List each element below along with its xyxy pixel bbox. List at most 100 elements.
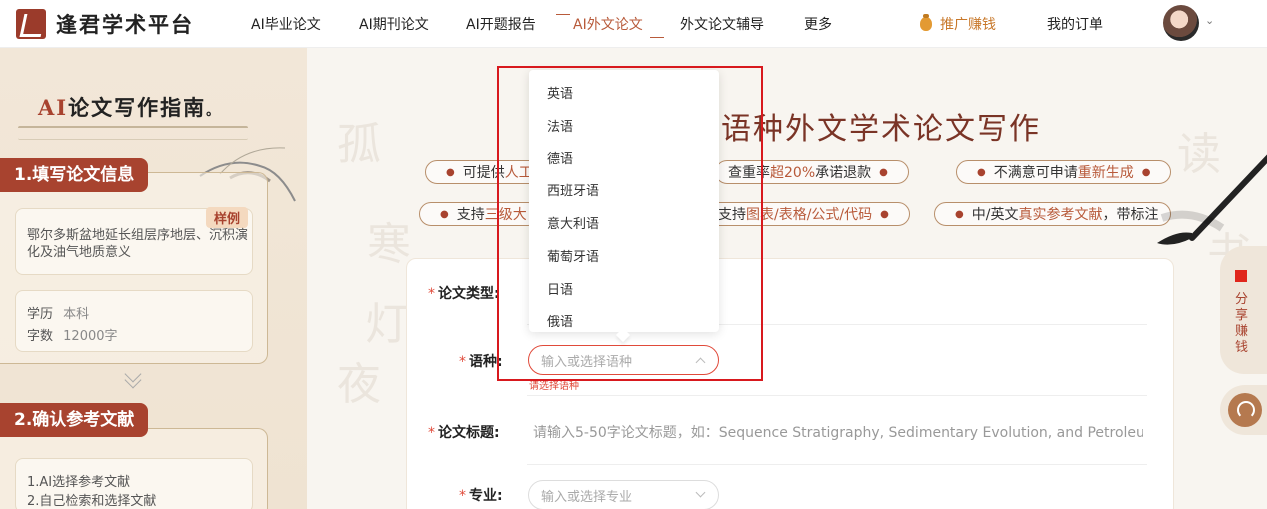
pill-highlight: 重新生成 bbox=[1077, 165, 1134, 181]
nav-my-orders[interactable]: 我的订单 bbox=[1047, 14, 1103, 34]
brush-illustration bbox=[1157, 154, 1267, 245]
language-option-portuguese[interactable]: 葡萄牙语 bbox=[547, 246, 599, 265]
nav-ai-graduation-paper[interactable]: AI毕业论文 bbox=[251, 14, 321, 34]
words-row: 字数 12000字 bbox=[27, 325, 118, 344]
guide-title: AI论文写作指南。 bbox=[38, 92, 221, 122]
pill-text: 中/英文 bbox=[971, 207, 1019, 223]
words-value: 12000字 bbox=[63, 329, 118, 344]
bullet-icon: ● bbox=[440, 208, 449, 220]
avatar[interactable] bbox=[1163, 5, 1199, 41]
language-option-italian[interactable]: 意大利语 bbox=[547, 213, 599, 232]
pill-text: 承诺退款 bbox=[815, 165, 872, 181]
row-divider bbox=[527, 464, 1147, 465]
guide-title-ai: AI bbox=[38, 95, 69, 120]
chevron-up-icon bbox=[695, 357, 706, 368]
degree-value: 本科 bbox=[63, 307, 90, 322]
major-label: * 专业: bbox=[459, 488, 503, 504]
pill-highlight: 三级大 bbox=[484, 207, 527, 223]
paper-title-input[interactable]: 请输入5-50字论文标题，如：Sequence Stratigraphy, Se… bbox=[533, 422, 1143, 442]
pill-text: 不满意可申请 bbox=[993, 165, 1078, 181]
guide-title-dot: 。 bbox=[206, 104, 222, 119]
feature-pill: 支持 图表/表格/公式/代码 ● bbox=[705, 202, 910, 226]
language-error: 请选择语种 bbox=[529, 381, 579, 392]
gift-icon bbox=[1235, 270, 1247, 282]
calligraphy-bg: 寒 bbox=[367, 219, 411, 270]
logo-icon bbox=[16, 9, 46, 39]
main-content: 孤 寒 灯 夜 读 书 语种外文学术论文写作 ● 可提供人工 查重率超20%承诺… bbox=[307, 48, 1267, 509]
nav-active-decoration bbox=[650, 30, 664, 38]
bullet-icon: ● bbox=[879, 166, 888, 178]
calligraphy-bg: 孤 bbox=[337, 119, 381, 170]
pill-text: 支持 bbox=[456, 207, 485, 223]
degree-row: 学历 本科 bbox=[27, 303, 89, 322]
paper-form: * 论文类型: * 语种: 输入或选择语种 请选择语种 * 论文标题: 请输入5-50… bbox=[406, 258, 1174, 509]
language-placeholder: 输入或选择语种 bbox=[541, 354, 633, 370]
language-option-japanese[interactable]: 日语 bbox=[547, 279, 573, 298]
money-bag-icon bbox=[920, 14, 932, 31]
degree-label: 学历 bbox=[27, 307, 54, 322]
nav-foreign-paper-tutoring[interactable]: 外文论文辅导 bbox=[680, 14, 764, 34]
feature-pill: ● 可提供 人工 bbox=[425, 160, 546, 184]
nav-more[interactable]: 更多 bbox=[804, 14, 832, 34]
language-dropdown: 英语 法语 德语 西班牙语 意大利语 葡萄牙语 日语 俄语 bbox=[529, 70, 719, 332]
headset-icon bbox=[1228, 393, 1262, 427]
bullet-icon: ● bbox=[446, 166, 455, 178]
language-option-spanish[interactable]: 西班牙语 bbox=[547, 180, 599, 199]
language-option-russian[interactable]: 俄语 bbox=[547, 311, 573, 330]
page-heading: 语种外文学术论文写作 bbox=[721, 112, 1041, 147]
chevron-down-icon bbox=[695, 487, 706, 498]
chevron-down-icon[interactable]: ⌄ bbox=[1205, 14, 1214, 27]
feature-pill: ● 中/英文 真实参考文献 ，带标注 bbox=[934, 202, 1172, 226]
nav-ai-foreign-paper[interactable]: AI外文论文 bbox=[573, 14, 643, 34]
guide-title-text: 论文写作指南 bbox=[68, 95, 207, 120]
language-select[interactable]: 输入或选择语种 bbox=[528, 345, 719, 375]
calligraphy-bg: 灯 bbox=[365, 299, 409, 350]
sample-title-text: 鄂尔多斯盆地延长组层序地层、沉积演化及油气地质意义 bbox=[27, 228, 249, 260]
paper-title-label: * 论文标题: bbox=[428, 425, 500, 441]
calligraphy-bg: 夜 bbox=[337, 359, 381, 410]
bullet-icon: ● bbox=[955, 208, 964, 220]
step1-tag: 1.填写论文信息 bbox=[0, 158, 149, 192]
brand-logo[interactable]: 逢君学术平台 bbox=[16, 9, 194, 39]
row-divider bbox=[527, 395, 1147, 396]
major-select[interactable]: 输入或选择专业 bbox=[528, 480, 719, 509]
pill-highlight: 真实参考文献 bbox=[1018, 207, 1103, 223]
reference-step-2: 2.自己检索和选择文献 bbox=[27, 494, 157, 509]
reference-step-1: 1.AI选择参考文献 bbox=[27, 475, 131, 490]
step2-tag: 2.确认参考文献 bbox=[0, 403, 149, 437]
words-label: 字数 bbox=[27, 329, 54, 344]
share-earn-widget[interactable]: 分享赚钱 bbox=[1220, 246, 1267, 374]
promo-label: 推广赚钱 bbox=[940, 17, 996, 33]
sample-meta-card: 学历 本科 字数 12000字 bbox=[15, 290, 253, 352]
share-earn-label: 分享赚钱 bbox=[1235, 292, 1249, 355]
language-label: * 语种: bbox=[459, 354, 503, 370]
pill-highlight: 超20% bbox=[770, 165, 816, 181]
writing-guide-panel: AI论文写作指南。 1.填写论文信息 样例 鄂尔多斯盆地延长组层序地层、沉积演化… bbox=[0, 48, 307, 509]
pill-text: 查重率 bbox=[728, 165, 770, 181]
feature-pill: 查重率 超20% 承诺退款 ● bbox=[715, 160, 909, 184]
pill-text: 可提供 bbox=[462, 165, 505, 181]
major-placeholder: 输入或选择专业 bbox=[541, 489, 633, 505]
sample-title-card: 样例 鄂尔多斯盆地延长组层序地层、沉积演化及油气地质意义 bbox=[15, 207, 253, 275]
sample-badge: 样例 bbox=[205, 207, 248, 228]
pill-text: ，带标注 bbox=[1102, 207, 1159, 223]
feature-pill: ● 支持 三级大 bbox=[419, 202, 540, 226]
paper-type-label: * 论文类型: bbox=[428, 286, 500, 302]
feature-pill: ● 不满意可申请 重新生成 ● bbox=[956, 160, 1172, 184]
brand-name: 逢君学术平台 bbox=[56, 12, 194, 37]
pill-text: 支持 bbox=[718, 207, 746, 223]
bullet-icon: ● bbox=[880, 208, 889, 220]
nav-active-decoration bbox=[556, 14, 570, 22]
reference-steps-card: 1.AI选择参考文献 2.自己检索和选择文献 bbox=[15, 458, 253, 509]
language-option-french[interactable]: 法语 bbox=[547, 116, 573, 135]
nav-ai-journal-paper[interactable]: AI期刊论文 bbox=[359, 14, 429, 34]
top-navbar: 逢君学术平台 AI毕业论文 AI期刊论文 AI开题报告 AI外文论文 外文论文辅… bbox=[0, 0, 1267, 48]
language-option-german[interactable]: 德语 bbox=[547, 148, 573, 167]
promo-link[interactable]: 推广赚钱 bbox=[920, 14, 996, 34]
bullet-icon: ● bbox=[977, 166, 986, 178]
pill-highlight: 图表/表格/公式/代码 bbox=[746, 207, 873, 223]
customer-support-button[interactable] bbox=[1220, 385, 1267, 435]
language-option-english[interactable]: 英语 bbox=[547, 83, 573, 102]
bullet-icon: ● bbox=[1141, 166, 1151, 178]
nav-ai-proposal-report[interactable]: AI开题报告 bbox=[466, 14, 536, 34]
